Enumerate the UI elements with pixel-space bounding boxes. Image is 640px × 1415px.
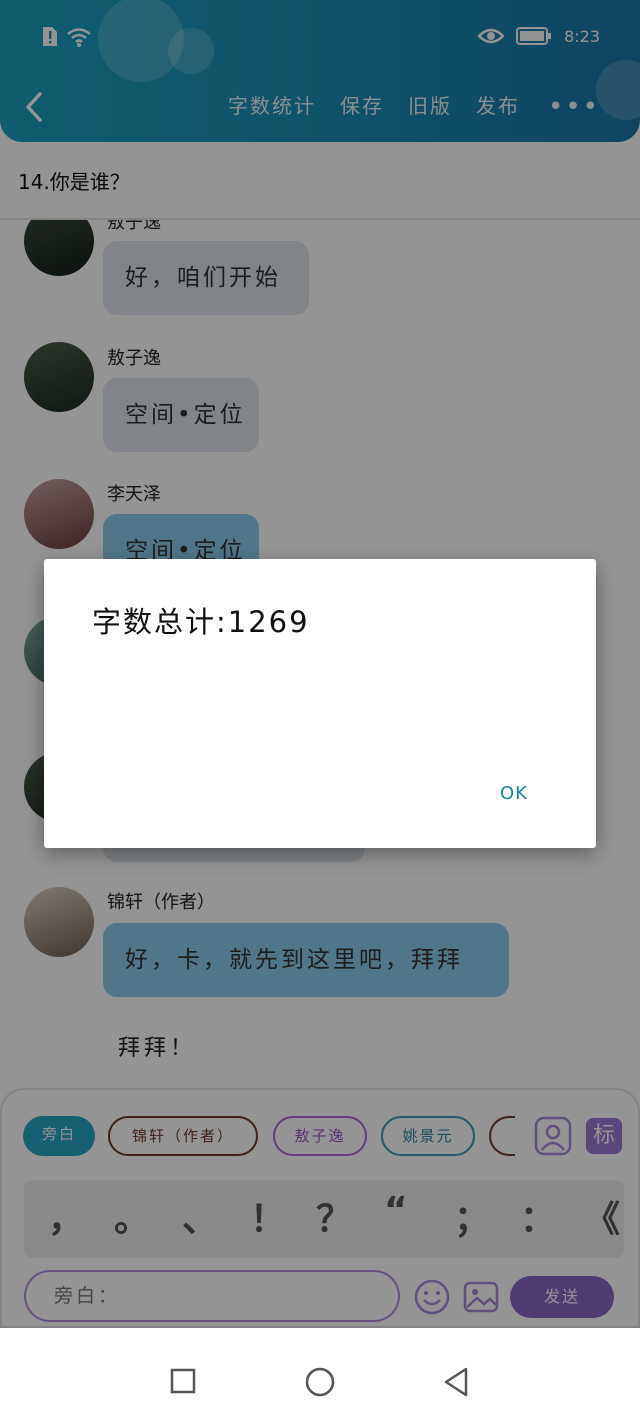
system-nav-bar <box>0 1328 640 1415</box>
recents-icon[interactable] <box>170 1368 196 1394</box>
word-count-dialog: 字数总计:1269 OK <box>44 559 596 848</box>
home-icon[interactable] <box>304 1366 336 1398</box>
dialog-ok-button[interactable]: OK <box>500 783 528 804</box>
back-nav-icon[interactable] <box>442 1366 470 1398</box>
dialog-message: 字数总计:1269 <box>92 605 310 639</box>
